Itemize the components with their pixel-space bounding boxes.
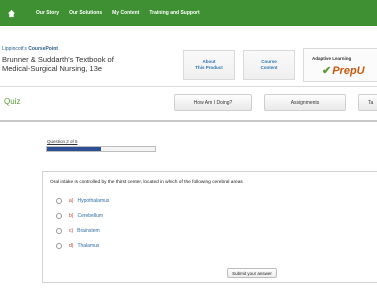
brand-prefix: Lippincott's — [2, 46, 29, 52]
radio-button[interactable] — [56, 243, 62, 249]
radio-button[interactable] — [56, 228, 62, 234]
question-panel: Oral intake is controlled by the thirst … — [42, 171, 377, 283]
answer-option-c[interactable]: c) Brainstem — [56, 227, 100, 235]
adaptive-learning-prepu-button[interactable]: Adaptive Learning ✔PrepU — [303, 48, 377, 82]
option-text[interactable]: Hypothalamus — [77, 198, 109, 204]
assignments-button[interactable]: Assignments — [264, 94, 346, 111]
option-letter: b) — [69, 213, 74, 219]
app-root: Our Story Our Solutions My Content Train… — [0, 0, 377, 295]
brand-coursepoint: CoursePoint — [28, 46, 58, 52]
course-label-line-2: Content — [260, 65, 278, 70]
option-text[interactable]: Thalamus — [77, 243, 99, 249]
page-title: Quiz — [4, 97, 21, 106]
book-title: Brunner & Suddarth's Textbook of Medical… — [2, 55, 162, 73]
nav-my-content[interactable]: My Content — [112, 10, 139, 16]
quiz-toolbar: Quiz How Am I Doing? Assignments Ta — [0, 88, 377, 118]
brand-name[interactable]: Lippincott's CoursePoint — [2, 46, 58, 52]
nav-training-and-support[interactable]: Training and Support — [149, 10, 199, 16]
truncated-tab-button[interactable]: Ta — [358, 94, 377, 111]
toolbar-divider — [0, 120, 377, 122]
course-header: Lippincott's CoursePoint Brunner & Sudda… — [0, 40, 377, 82]
radio-button[interactable] — [56, 213, 62, 219]
submit-answer-button[interactable]: Submit your answer — [227, 268, 277, 278]
book-title-line-2: Medical-Surgical Nursing, 13e — [2, 64, 103, 73]
prepu-logo-text: PrepU — [332, 65, 365, 77]
option-letter: a) — [69, 198, 74, 204]
about-label-line-2: This Product — [195, 65, 223, 70]
option-letter: c) — [69, 228, 74, 234]
option-letter: d) — [69, 243, 74, 249]
home-button[interactable] — [0, 0, 22, 26]
top-navigation-bar: Our Story Our Solutions My Content Train… — [0, 0, 377, 26]
prepu-logo: ✔PrepU — [322, 64, 365, 77]
question-progress-fill — [47, 147, 101, 151]
question-progress-label: Question 2 of 5 — [47, 139, 78, 144]
answer-option-a[interactable]: a) Hypothalamus — [56, 197, 109, 205]
course-content-button[interactable]: Course Content — [243, 50, 295, 80]
checkmark-icon: ✔ — [322, 65, 332, 77]
answer-option-d[interactable]: d) Thalamus — [56, 242, 99, 250]
option-text[interactable]: Cerebellum — [77, 213, 103, 219]
book-title-line-1: Brunner & Suddarth's Textbook of — [2, 55, 114, 64]
about-this-product-button[interactable]: About This Product — [183, 50, 235, 80]
how-am-i-doing-button[interactable]: How Am I Doing? — [174, 94, 252, 111]
nav-our-solutions[interactable]: Our Solutions — [69, 10, 102, 16]
adaptive-learning-label: Adaptive Learning — [312, 56, 352, 61]
answer-option-b[interactable]: b) Cerebellum — [56, 212, 103, 220]
question-progress-bar — [46, 146, 156, 152]
radio-button[interactable] — [56, 198, 62, 204]
home-icon — [7, 9, 15, 17]
header-divider — [0, 86, 377, 87]
option-text[interactable]: Brainstem — [77, 228, 100, 234]
question-text: Oral intake is controlled by the thirst … — [50, 180, 243, 185]
nav-our-story[interactable]: Our Story — [36, 10, 59, 16]
